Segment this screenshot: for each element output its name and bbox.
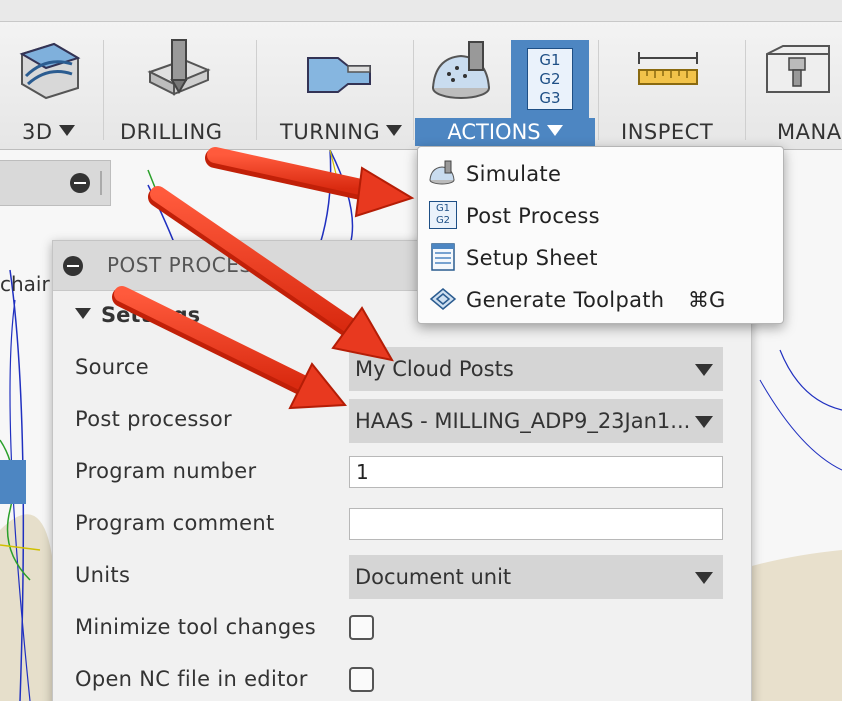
toolbar-divider	[413, 40, 414, 140]
program-number-label: Program number	[75, 459, 257, 483]
collapse-icon[interactable]	[70, 173, 90, 193]
units-label: Units	[75, 563, 131, 587]
chevron-down-icon	[386, 125, 403, 136]
post-processor-value: HAAS - MILLING_ADP9_23Jan1...	[355, 409, 691, 433]
tool-inspect-label: INSPECT	[621, 120, 714, 144]
chevron-down-icon	[695, 572, 713, 584]
menu-item-shortcut: ⌘G	[688, 288, 726, 312]
tool-3d-label: 3D	[22, 120, 53, 144]
chevron-down-icon	[58, 125, 75, 136]
tool-manage-label: MANA	[777, 120, 842, 144]
gcode-icon: G1 G2 G3	[527, 48, 573, 110]
setup-sheet-icon	[431, 243, 455, 271]
turning-icon	[307, 57, 371, 93]
collapse-icon[interactable]	[63, 256, 83, 276]
gcode-line: G2	[539, 70, 561, 88]
3d-adaptive-icon	[19, 42, 81, 100]
tool-manage[interactable]: MANA	[755, 22, 842, 150]
units-value: Document unit	[355, 565, 512, 589]
toolbar: 3D DRILLING TURNING G1 G2 G3 ACTIONS INS…	[0, 22, 842, 150]
post-process-icon: G1 G2	[429, 201, 457, 229]
tool-actions-label: ACTIONS	[447, 120, 541, 144]
menu-item-generate-toolpath[interactable]: Generate Toolpath ⌘G	[418, 277, 785, 319]
tool-library-icon	[766, 45, 830, 93]
minimize-tool-changes-label: Minimize tool changes	[75, 615, 316, 639]
chevron-down-icon	[546, 125, 563, 136]
menu-item-label: Simulate	[466, 162, 562, 186]
minimize-tool-changes-checkbox[interactable]	[349, 615, 374, 640]
menu-item-setup-sheet[interactable]: Setup Sheet	[418, 235, 785, 277]
generate-toolpath-icon	[429, 288, 457, 310]
actions-menu-button[interactable]: ACTIONS	[415, 118, 595, 146]
program-comment-label: Program comment	[75, 511, 275, 535]
triangle-down-icon	[75, 308, 91, 319]
top-bar	[0, 0, 842, 22]
tool-turning[interactable]: TURNING	[270, 22, 410, 150]
menu-item-label: Setup Sheet	[466, 246, 598, 270]
program-comment-input[interactable]	[349, 508, 723, 540]
tool-turning-label: TURNING	[280, 120, 381, 144]
source-value: My Cloud Posts	[355, 357, 514, 381]
post-processor-select[interactable]: HAAS - MILLING_ADP9_23Jan1...	[349, 399, 723, 443]
ruler-icon	[638, 52, 698, 85]
menu-item-simulate[interactable]: Simulate	[418, 151, 785, 193]
settings-header-label: Settings	[101, 303, 201, 327]
dialog-title: POST PROCES	[107, 253, 253, 277]
chevron-down-icon	[695, 416, 713, 428]
tool-inspect[interactable]: INSPECT	[605, 22, 735, 150]
tool-3d[interactable]: 3D	[0, 22, 100, 150]
selected-browser-node[interactable]	[0, 460, 26, 504]
settings-group-header[interactable]: Settings	[75, 303, 200, 327]
post-processor-label: Post processor	[75, 407, 232, 431]
menu-item-label: Generate Toolpath	[466, 288, 665, 312]
gcode-line: G1	[435, 203, 451, 214]
gcode-line: G2	[435, 215, 451, 226]
gcode-line: G1	[539, 51, 561, 69]
simulate-icon	[429, 160, 455, 185]
panel-splitter[interactable]	[100, 171, 102, 195]
tool-drilling-label: DRILLING	[120, 120, 223, 144]
toolbar-divider	[745, 40, 746, 140]
menu-item-post-process[interactable]: G1 G2 Post Process	[418, 193, 785, 235]
source-label: Source	[75, 355, 149, 379]
actions-dropdown-menu: Simulate G1 G2 Post Process Setup Sheet …	[417, 146, 784, 324]
chevron-down-icon	[695, 364, 713, 376]
source-select[interactable]: My Cloud Posts	[349, 347, 723, 391]
toolbar-divider	[598, 40, 599, 140]
program-number-input[interactable]: 1	[349, 456, 723, 488]
tool-drilling[interactable]: DRILLING	[110, 22, 230, 150]
post-process-toolbar-button[interactable]: G1 G2 G3	[511, 40, 589, 118]
browser-node-label[interactable]: chair	[0, 272, 50, 296]
drill-icon	[147, 39, 211, 96]
units-select[interactable]: Document unit	[349, 555, 723, 599]
menu-item-label: Post Process	[466, 204, 600, 228]
open-nc-file-label: Open NC file in editor	[75, 667, 308, 691]
gcode-line: G3	[539, 89, 561, 107]
toolbar-divider	[256, 40, 257, 140]
toolbar-divider	[103, 40, 104, 140]
browser-panel-header[interactable]	[0, 160, 111, 206]
open-nc-file-checkbox[interactable]	[349, 667, 374, 692]
simulate-icon	[432, 41, 490, 99]
